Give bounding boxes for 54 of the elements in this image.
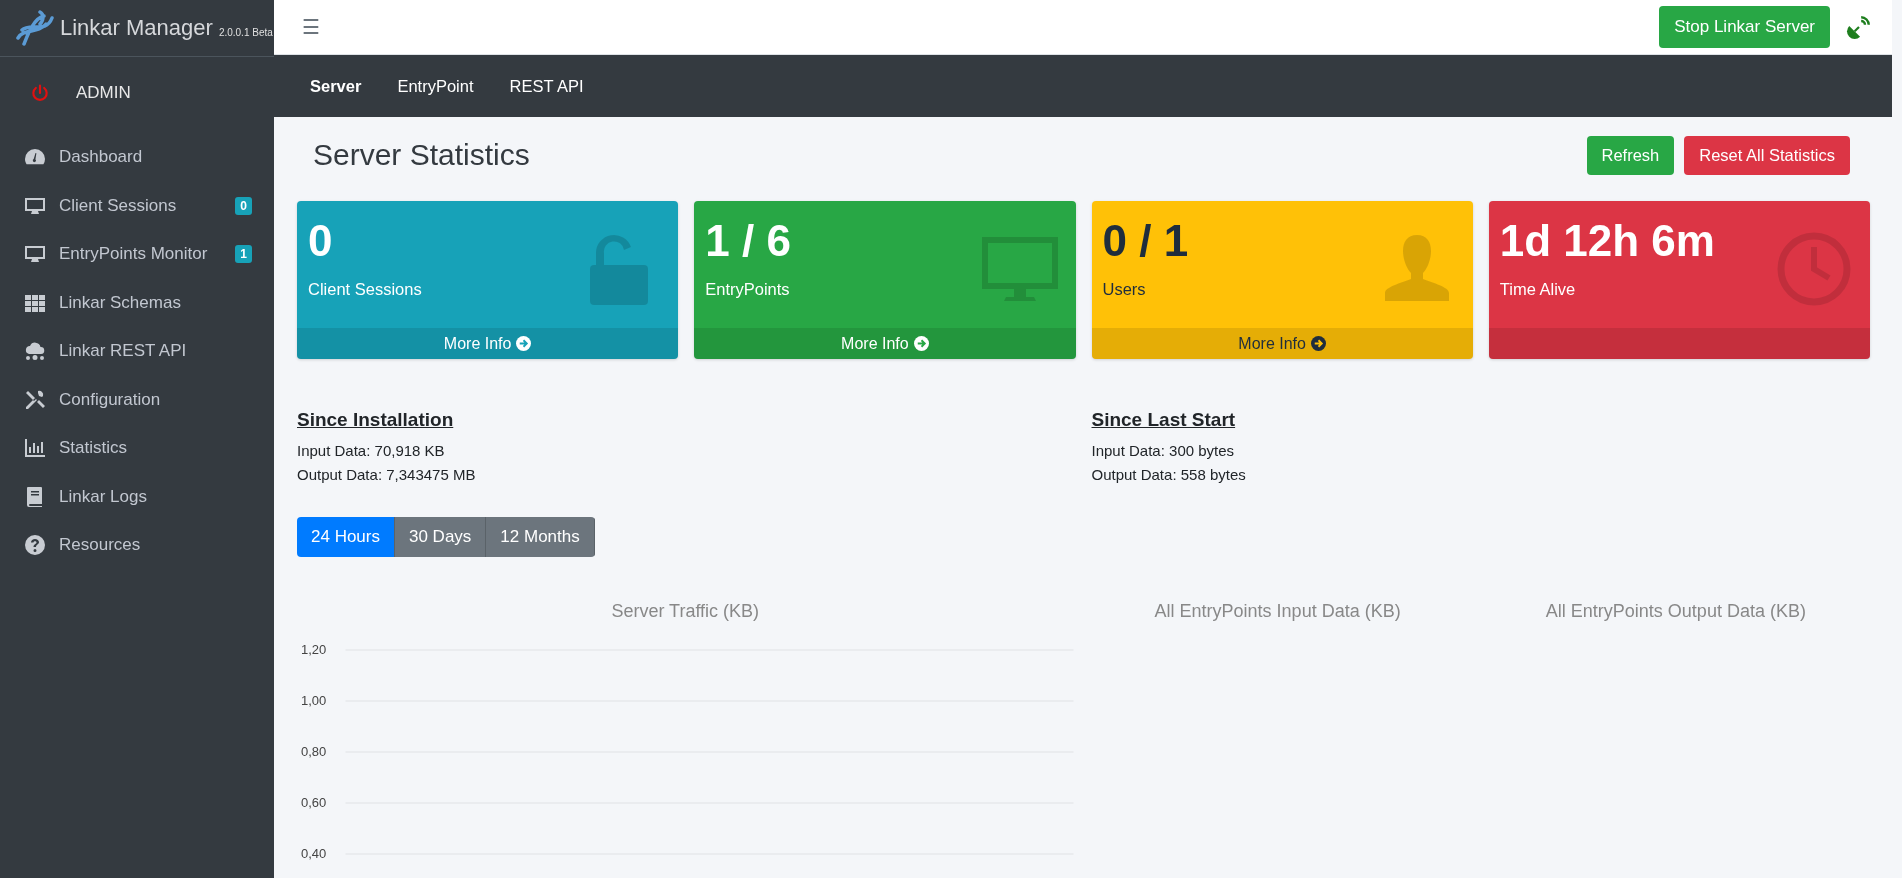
sidebar-item[interactable]: Configuration xyxy=(0,375,274,424)
stat-value: 0 / 1 xyxy=(1102,215,1189,267)
range-button[interactable]: 30 Days xyxy=(395,517,487,557)
tab[interactable]: REST API xyxy=(509,76,584,96)
range-button[interactable]: 24 Hours xyxy=(297,517,395,557)
tab[interactable]: EntryPoint xyxy=(397,76,474,96)
data-line: Input Data: 300 bytes xyxy=(1091,441,1236,461)
stat-label: EntryPoints xyxy=(705,279,791,299)
stat-label: Users xyxy=(1102,279,1147,299)
sidebar-item[interactable]: Linkar Logs xyxy=(0,472,274,521)
sidebar-item[interactable]: EntryPoints Monitor 1 xyxy=(0,230,274,279)
data-line: Input Data: 70,918 KB xyxy=(297,441,446,461)
count-badge: 0 xyxy=(235,196,252,215)
tab[interactable]: Server xyxy=(310,76,362,96)
app-version: 2.0.0.1 Beta xyxy=(218,26,273,38)
arrow-circle-icon xyxy=(516,336,532,351)
sidebar-item[interactable]: Resources xyxy=(0,521,274,570)
chart-title: All EntryPoints Output Data (KB) xyxy=(1544,601,1807,622)
power-icon[interactable] xyxy=(30,83,50,103)
section-heading: Since Last Start xyxy=(1091,409,1237,431)
more-info-link[interactable]: More Info xyxy=(1238,334,1326,353)
data-line: Output Data: 7,343475 MB xyxy=(297,465,477,485)
axis-tick-label: 1,20 xyxy=(301,642,327,657)
help-icon xyxy=(23,533,47,558)
app-name: Linkar Manager xyxy=(60,15,213,41)
axis-tick-label: 1,00 xyxy=(301,693,327,708)
stat-label: Client Sessions xyxy=(308,279,422,299)
stat-label: Time Alive xyxy=(1499,279,1577,299)
axis-tick-label: 0,80 xyxy=(301,744,327,759)
sidebar-item[interactable]: Dashboard xyxy=(0,133,274,182)
sidebar-item[interactable]: Statistics xyxy=(0,424,274,473)
arrow-circle-icon xyxy=(913,336,929,351)
menu-toggle[interactable]: ☰ xyxy=(302,15,320,40)
more-info-link[interactable]: More Info xyxy=(841,334,929,353)
chart-title: Server Traffic (KB) xyxy=(610,601,761,622)
stat-value: 1d 12h 6m xyxy=(1499,215,1715,267)
sidebar-item[interactable]: Client Sessions 0 xyxy=(0,181,274,230)
more-info-link[interactable]: More Info xyxy=(443,334,532,353)
action-button[interactable]: Reset All Statistics xyxy=(1684,135,1850,175)
chart-title: All EntryPoints Input Data (KB) xyxy=(1153,601,1402,622)
sidebar-item[interactable]: Linkar REST API xyxy=(0,327,274,376)
data-line: Output Data: 558 bytes xyxy=(1091,465,1247,485)
stat-value: 0 xyxy=(308,215,334,267)
satellite-dish-icon xyxy=(1846,14,1872,41)
arrow-circle-icon xyxy=(1310,336,1326,351)
sidebar-item[interactable]: Linkar Schemas xyxy=(0,278,274,327)
axis-tick-label: 0,60 xyxy=(301,795,327,810)
stat-value: 1 / 6 xyxy=(705,215,791,267)
page-title: Server Statistics xyxy=(313,138,530,172)
count-badge: 1 xyxy=(235,245,252,264)
axis-tick-label: 0,40 xyxy=(301,846,327,861)
range-button[interactable]: 12 Months xyxy=(486,517,595,557)
user-name: ADMIN xyxy=(76,83,131,103)
section-heading: Since Installation xyxy=(297,409,455,431)
